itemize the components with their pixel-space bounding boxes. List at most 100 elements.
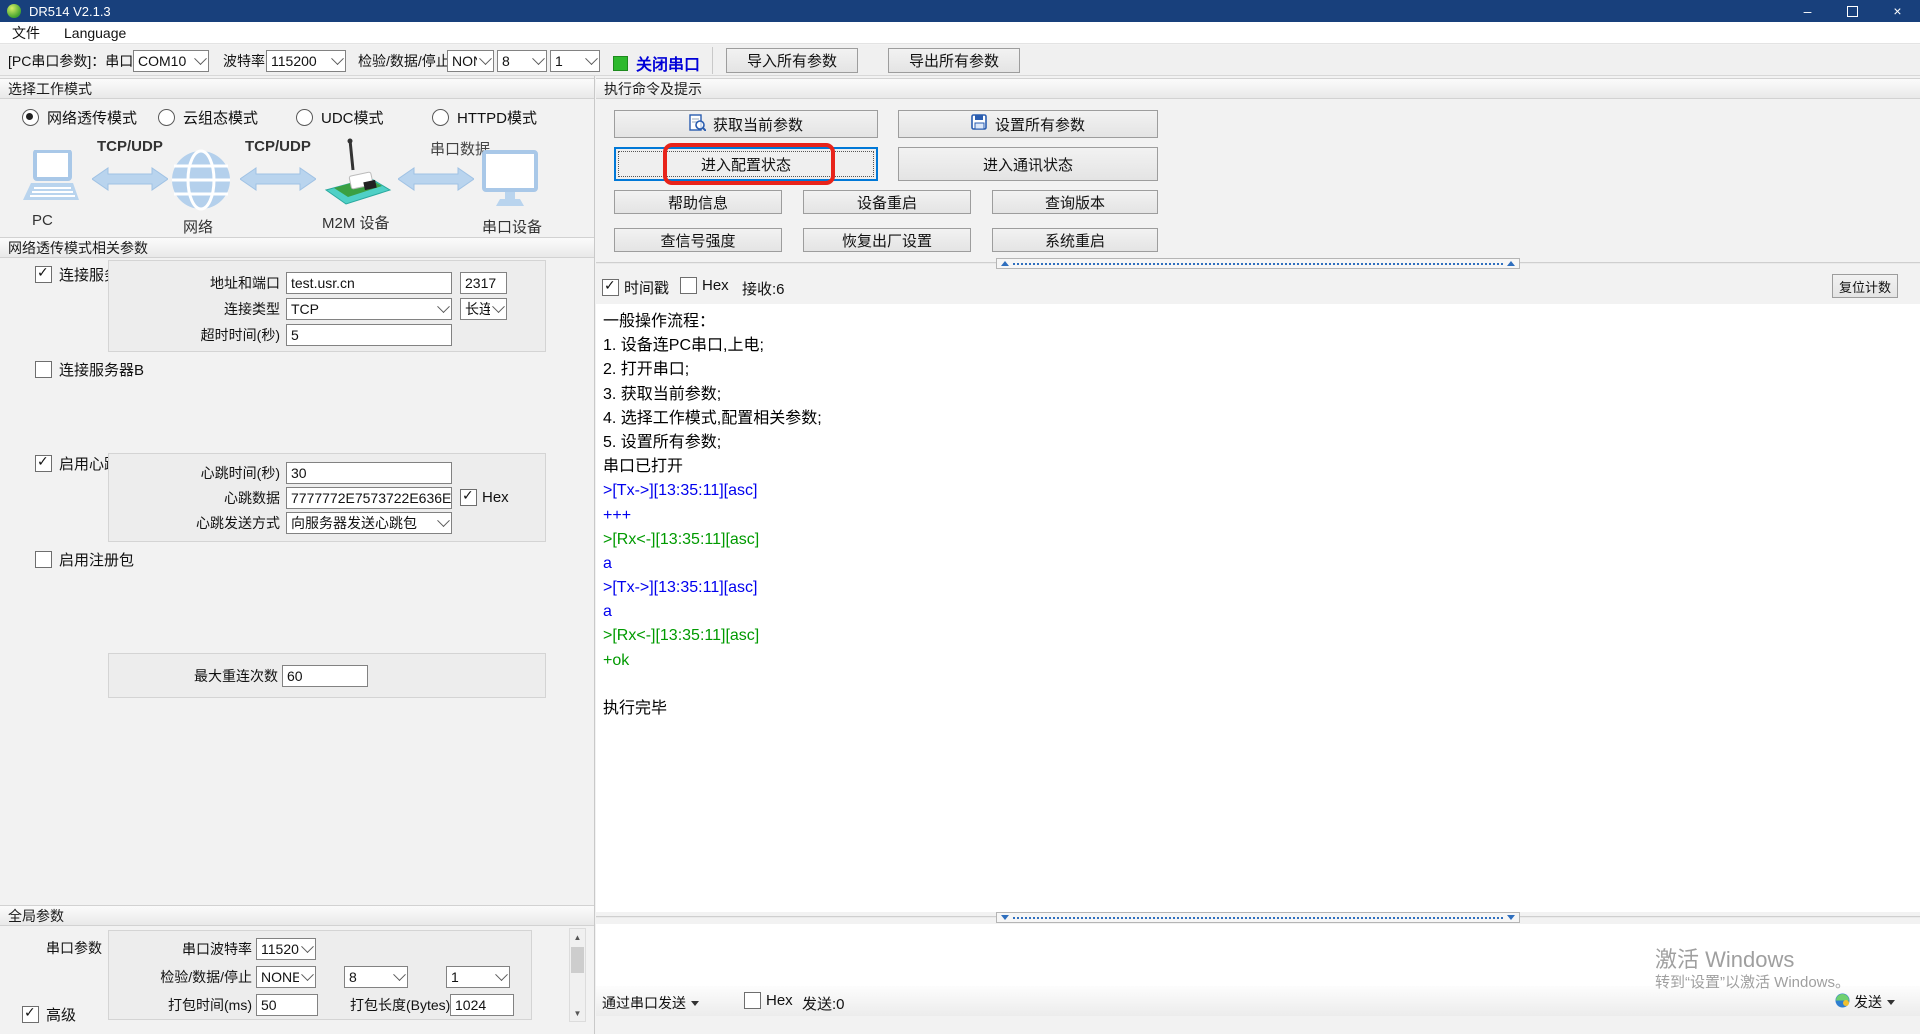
maximize-icon <box>1847 6 1858 17</box>
sent-count: 发送:0 <box>802 993 845 1014</box>
splitter-handle[interactable] <box>996 912 1520 923</box>
chevron-down-icon <box>331 52 344 65</box>
reset-count-button[interactable]: 复位计数 <box>1832 274 1898 298</box>
factory-reset-button[interactable]: 恢复出厂设置 <box>803 228 971 252</box>
log-hex-checkbox[interactable]: Hex <box>680 277 729 294</box>
hb-mode-value: 向服务器发送心跳包 <box>291 513 417 533</box>
mode-option-net-transparent[interactable]: 网络透传模式 <box>22 107 137 128</box>
hb-mode-select[interactable]: 向服务器发送心跳包 <box>286 512 452 534</box>
hb-time-input[interactable]: 30 <box>286 462 452 484</box>
collapse-down-icon <box>1001 915 1009 920</box>
send-button[interactable]: 发送 <box>1835 992 1895 1012</box>
packtime-label: 打包时间(ms) <box>112 994 252 1016</box>
node4-label: 串口设备 <box>482 216 542 237</box>
send-label: 发送 <box>1854 992 1882 1012</box>
system-reboot-button[interactable]: 系统重启 <box>992 228 1158 252</box>
mode-option-label: HTTPD模式 <box>457 107 537 128</box>
checkbox-checked-icon <box>35 455 52 472</box>
scrollbar-thumb[interactable] <box>571 947 584 973</box>
signal-strength-button[interactable]: 查信号强度 <box>614 228 782 252</box>
splitter-handle[interactable] <box>996 258 1520 269</box>
reconnect-input[interactable]: 60 <box>282 665 368 687</box>
mode-option-httpd[interactable]: HTTPD模式 <box>432 107 537 128</box>
timeout-input[interactable]: 5 <box>286 324 452 346</box>
help-info-button[interactable]: 帮助信息 <box>614 190 782 214</box>
checkbox-icon <box>35 361 52 378</box>
net-params-header: 网络透传模式相关参数 <box>0 237 594 258</box>
serial-params-label: 串口参数 <box>46 938 102 958</box>
scroll-down-icon[interactable]: ▼ <box>570 1005 585 1021</box>
set-all-params-button[interactable]: 设置所有参数 <box>898 110 1158 138</box>
log-line: 2. 打开串口; <box>603 358 1920 382</box>
chevron-down-icon <box>479 52 492 65</box>
baud-select[interactable]: 115200 <box>266 50 346 72</box>
addr-port-label: 地址和端口 <box>118 272 280 294</box>
global-scrollbar[interactable]: ▲ ▼ <box>569 928 586 1022</box>
packtime-input[interactable]: 50 <box>256 994 318 1016</box>
conn-keep-select[interactable]: 长连 <box>460 298 507 320</box>
close-button[interactable]: × <box>1875 0 1920 22</box>
server-b-checkbox[interactable]: 连接服务器B <box>35 359 144 380</box>
checkbox-checked-icon <box>22 1006 39 1023</box>
stopbits-select[interactable]: 1 <box>550 50 600 72</box>
hb-data-input[interactable]: 7777772E7573722E636E <box>286 487 452 509</box>
global-params-header: 全局参数 <box>0 905 594 926</box>
parity-select[interactable]: NONI <box>447 50 494 72</box>
save-params-icon <box>971 114 988 135</box>
menu-file[interactable]: 文件 <box>0 23 52 43</box>
enter-comm-state-button[interactable]: 进入通讯状态 <box>898 147 1158 181</box>
g-baud-select[interactable]: 115200 <box>256 938 316 960</box>
g-databits-select[interactable]: 8 <box>344 966 408 988</box>
minimize-button[interactable]: – <box>1785 0 1830 22</box>
toolbar-separator <box>712 47 713 74</box>
close-port-label: 关闭串口 <box>636 51 700 75</box>
chevron-down-icon <box>393 968 406 981</box>
g-databits-value: 8 <box>349 969 357 985</box>
g-parity-select[interactable]: NONE <box>256 966 316 988</box>
import-all-params-button[interactable]: 导入所有参数 <box>726 48 858 73</box>
hb-hex-checkbox[interactable]: Hex <box>460 489 509 506</box>
send-via-serial-dropdown[interactable]: 通过串口发送 <box>602 993 699 1013</box>
node1-label: PC <box>32 212 53 229</box>
link2-label: TCP/UDP <box>245 138 311 155</box>
chevron-down-icon <box>532 52 545 65</box>
log-output[interactable]: 一般操作流程：1. 设备连PC串口,上电;2. 打开串口;3. 获取当前参数;4… <box>596 304 1920 912</box>
com-port-value: COM10 <box>138 53 186 69</box>
device-reboot-button[interactable]: 设备重启 <box>803 190 971 214</box>
menu-language[interactable]: Language <box>52 25 138 41</box>
server-port-input[interactable]: 2317 <box>460 272 507 294</box>
arrow-icon <box>398 166 474 197</box>
advanced-checkbox[interactable]: 高级 <box>22 1004 76 1025</box>
menu-bar: 文件 Language <box>0 22 1920 44</box>
log-line: a <box>603 552 1920 576</box>
node3-label: M2M 设备 <box>322 212 390 233</box>
g-stopbits-select[interactable]: 1 <box>446 966 510 988</box>
query-version-button[interactable]: 查询版本 <box>992 190 1158 214</box>
com-port-select[interactable]: COM10 <box>133 50 209 72</box>
server-address-input[interactable]: test.usr.cn <box>286 272 452 294</box>
get-current-params-label: 获取当前参数 <box>713 114 803 135</box>
link1-label: TCP/UDP <box>97 138 163 155</box>
packlen-label: 打包长度(Bytes) <box>350 994 446 1016</box>
packlen-input[interactable]: 1024 <box>450 994 514 1016</box>
chevron-down-icon <box>585 52 598 65</box>
chevron-down-icon <box>437 300 450 313</box>
databits-select[interactable]: 8 <box>497 50 547 72</box>
log-line: 执行完毕 <box>603 697 1920 721</box>
mode-option-cloud[interactable]: 云组态模式 <box>158 107 258 128</box>
close-port-button[interactable]: 关闭串口 <box>613 51 700 75</box>
maximize-button[interactable] <box>1830 0 1875 22</box>
title-bar: DR514 V2.1.3 <box>0 0 1920 22</box>
send-hex-checkbox[interactable]: Hex <box>744 992 793 1009</box>
get-current-params-button[interactable]: 获取当前参数 <box>614 110 878 138</box>
mode-option-udc[interactable]: UDC模式 <box>296 107 384 128</box>
scroll-up-icon[interactable]: ▲ <box>570 929 585 945</box>
network-globe-icon <box>171 146 231 219</box>
export-all-params-button[interactable]: 导出所有参数 <box>888 48 1020 73</box>
timestamp-checkbox[interactable]: 时间戳 <box>602 277 669 298</box>
collapse-up-icon <box>1001 261 1009 266</box>
register-checkbox[interactable]: 启用注册包 <box>35 549 134 570</box>
log-line: 5. 设置所有参数; <box>603 431 1920 455</box>
hb-mode-label: 心跳发送方式 <box>118 512 280 534</box>
conn-type-select[interactable]: TCP <box>286 298 452 320</box>
